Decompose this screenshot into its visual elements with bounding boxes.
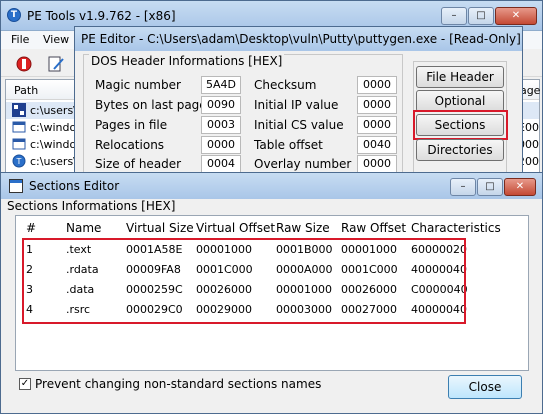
pe-editor-title-bar[interactable]: PE Editor - C:\Users\adam\Desktop\vuln\P… — [75, 27, 522, 51]
field-label-initial-cs: Initial CS value — [254, 118, 344, 132]
field-checksum[interactable]: 0000 — [357, 76, 397, 94]
dos-header-group-title: DOS Header Informations [HEX] — [89, 54, 285, 68]
field-label-magic-number: Magic number — [95, 78, 181, 92]
pe-tools-process-icon: T — [12, 154, 26, 168]
prevent-rename-label[interactable]: Prevent changing non-standard sections n… — [35, 377, 321, 391]
directories-button[interactable]: Directories — [416, 139, 504, 161]
maximize-icon[interactable]: □ — [468, 7, 494, 25]
minimize-icon[interactable]: – — [441, 7, 467, 25]
menu-file[interactable]: File — [11, 33, 29, 46]
sections-table[interactable]: # Name Virtual Size Virtual Offset Raw S… — [15, 215, 529, 371]
field-label-checksum: Checksum — [254, 78, 317, 92]
window-icon — [12, 137, 26, 151]
stop-icon[interactable] — [13, 53, 33, 73]
column-raw-size[interactable]: Raw Size — [276, 221, 330, 235]
field-label-bytes-on-last-page: Bytes on last page — [95, 98, 207, 112]
pe-editor-window: PE Editor - C:\Users\adam\Desktop\vuln\P… — [74, 26, 523, 176]
sections-group-label: Sections Informations [HEX] — [7, 199, 176, 213]
edit-icon[interactable] — [45, 53, 65, 73]
field-initial-ip[interactable]: 0000 — [357, 96, 397, 114]
field-label-initial-ip: Initial IP value — [254, 98, 339, 112]
close-icon[interactable]: ✕ — [495, 7, 537, 25]
column-virtual-size[interactable]: Virtual Size — [126, 221, 194, 235]
column-virtual-offset[interactable]: Virtual Offset — [196, 221, 275, 235]
field-label-size-of-header: Size of header — [95, 157, 182, 171]
sections-editor-window: Sections Editor – □ ✕ Sections Informati… — [0, 172, 543, 414]
field-table-offset[interactable]: 0040 — [357, 136, 397, 154]
column-raw-offset[interactable]: Raw Offset — [341, 221, 406, 235]
svg-text:T: T — [16, 157, 22, 166]
sections-highlight — [413, 110, 508, 140]
field-size-of-header[interactable]: 0004 — [201, 155, 241, 173]
column-path[interactable]: Path — [14, 84, 38, 97]
maximize-icon[interactable]: □ — [477, 178, 503, 196]
field-pages-in-file[interactable]: 0003 — [201, 116, 241, 134]
pe-editor-title: PE Editor - C:\Users\adam\Desktop\vuln\P… — [81, 32, 521, 46]
close-button[interactable]: Close — [448, 375, 522, 399]
sections-editor-title: Sections Editor — [29, 179, 120, 193]
sections-rows-highlight — [22, 238, 466, 324]
field-bytes-on-last-page[interactable]: 0090 — [201, 96, 241, 114]
field-magic-number[interactable]: 5A4D — [201, 76, 241, 94]
field-relocations[interactable]: 0000 — [201, 136, 241, 154]
field-label-overlay-number: Overlay number — [254, 157, 352, 171]
file-header-button[interactable]: File Header — [416, 66, 504, 88]
sections-editor-title-bar[interactable]: Sections Editor – □ ✕ — [1, 173, 542, 199]
field-initial-cs[interactable]: 0000 — [357, 116, 397, 134]
pe-tools-app-icon: T — [7, 8, 21, 22]
optional-header-button[interactable]: Optional Header — [416, 90, 504, 128]
field-label-table-offset: Table offset — [254, 138, 323, 152]
field-label-pages-in-file: Pages in file — [95, 118, 168, 132]
close-icon[interactable]: ✕ — [504, 178, 536, 196]
minimize-icon[interactable]: – — [450, 178, 476, 196]
field-overlay-number[interactable]: 0000 — [357, 155, 397, 173]
window-icon — [12, 120, 26, 134]
column-name[interactable]: Name — [66, 221, 101, 235]
prevent-rename-checkbox[interactable]: ✓ — [19, 378, 31, 390]
menu-view[interactable]: View — [43, 33, 69, 46]
pe-tools-title: PE Tools v1.9.762 - [x86] — [27, 9, 176, 23]
column-number[interactable]: # — [26, 221, 36, 235]
field-label-relocations: Relocations — [95, 138, 165, 152]
process-icon — [12, 103, 26, 117]
window-icon — [9, 179, 23, 193]
column-characteristics[interactable]: Characteristics — [411, 221, 501, 235]
